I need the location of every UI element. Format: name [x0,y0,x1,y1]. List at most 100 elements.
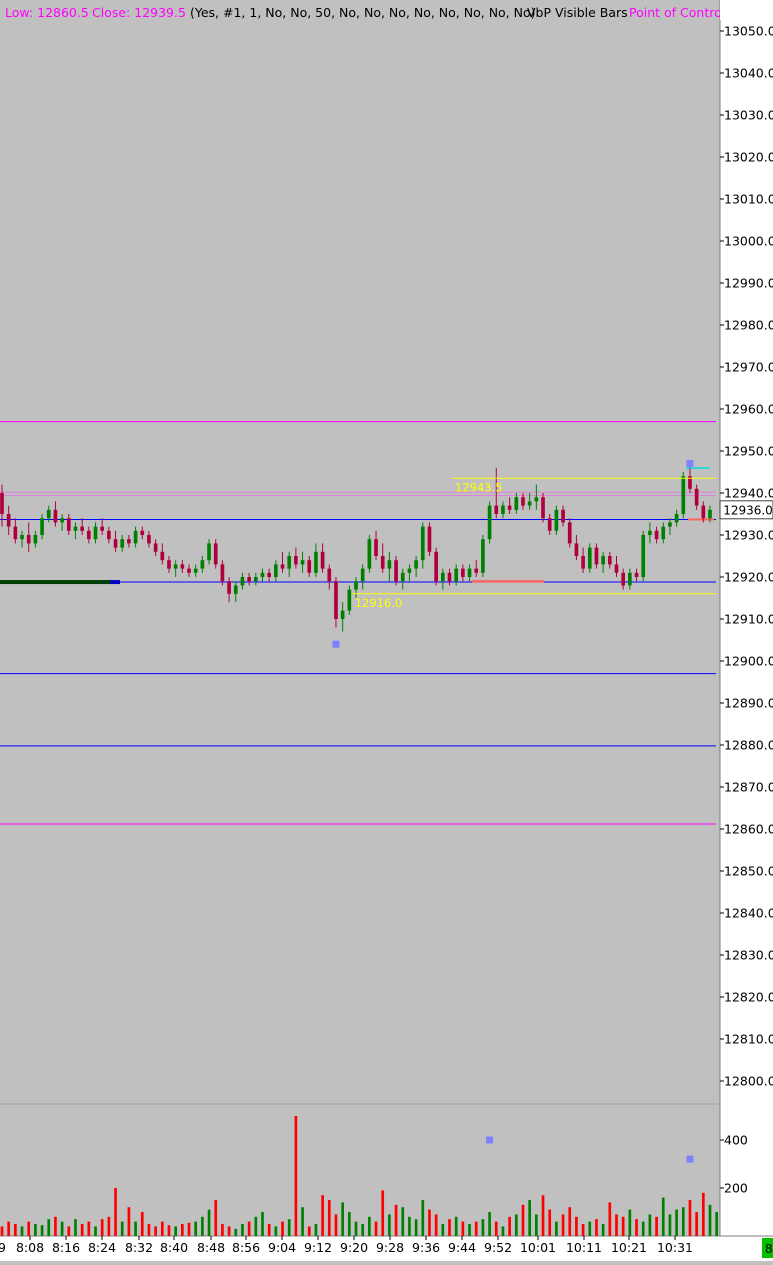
price-tick-label: 12910.0 [724,612,773,627]
volume-bar [354,1221,358,1236]
plot-background [0,0,773,1261]
candle-body [527,501,532,506]
candle-body [367,539,372,569]
volume-bar [655,1216,658,1236]
candle-body [133,530,138,544]
volume-bar [514,1214,518,1236]
candle-body [427,526,432,552]
chart[interactable]: 12943.5 12916.0 13050.0 13040.0 13030.0 1302… [0,0,773,1261]
candle-body [440,572,445,582]
candle-body [307,560,312,573]
volume-bar [74,1219,77,1236]
candle-body [260,572,265,577]
candle-body [547,518,552,531]
volume-bar [434,1214,438,1236]
volume-bar [147,1224,151,1236]
price-tick-label: 12820.0 [724,990,773,1005]
candle-body [320,551,325,569]
time-tick-label: 10:31 [657,1240,693,1255]
candle-body [634,572,639,577]
candle-body [454,568,459,582]
price-tick-label: 12920.0 [724,570,773,585]
candle-body [287,556,292,569]
candle-body [574,543,579,556]
candle-body [360,568,365,582]
volume-bar [134,1221,137,1236]
candle-body [107,530,111,540]
candle-body [628,572,632,586]
candle-body [668,522,672,527]
chart-canvas[interactable]: 12943.5 12916.0 13050.0 13040.0 13030.0 1302… [0,0,773,1261]
candle-body [434,551,438,582]
price-tick-label: 13000.0 [724,234,773,249]
candle-body [6,514,11,527]
time-tick-label: 8:48 [197,1240,225,1255]
time-tick-label: 8:56 [232,1240,260,1255]
volume-bar [548,1209,552,1236]
signal-marker [332,640,340,648]
volume-bar [227,1226,231,1236]
volume-bar [140,1212,144,1236]
price-tick-label: 12990.0 [724,276,773,291]
time-tick-label: 10:01 [520,1240,556,1255]
volume-bar [675,1209,678,1236]
candle-body [607,556,612,565]
candle-body [140,530,145,535]
study-name: VbP Visible Bars [527,5,628,20]
volume-bar [67,1226,71,1236]
time-tick-label: 9:28 [376,1240,404,1255]
price-axis-panel[interactable] [720,0,773,1261]
candle-body [708,509,712,519]
volume-bar [441,1224,445,1236]
volume-bar [575,1216,578,1236]
candle-body [20,535,24,540]
vbp-poc-band-end [110,580,120,585]
volume-bar [681,1207,685,1236]
price-tick-label: 12930.0 [724,528,773,543]
right-badge-label: 8 [765,1242,773,1256]
candle-body [294,556,298,565]
candle-body [220,564,225,582]
signal-marker [686,460,694,468]
candle-body [681,476,686,514]
price-tick-label: 13050.0 [724,24,773,39]
candle-body [120,539,125,548]
volume-bar [481,1219,485,1236]
candle-body [0,493,4,514]
volume-bar [541,1195,545,1236]
price-tick-label: 12880.0 [724,738,773,753]
volume-bar [174,1226,177,1236]
candle-body [694,488,699,506]
time-tick-label: 8:08 [16,1240,44,1255]
signal-marker [486,1136,494,1144]
candle-body [314,551,318,573]
volume-bar [701,1192,705,1236]
candle-body [561,509,565,523]
candle-body [621,572,626,586]
volume-bar [428,1209,431,1236]
candle-body [127,539,131,544]
vbp-poc-band [0,580,112,585]
volume-bar [394,1204,398,1236]
candle-body [93,526,98,540]
time-tick-label: 10:11 [566,1240,602,1255]
volume-bar [54,1216,57,1236]
candle-body [400,572,405,582]
candle-body [80,526,84,531]
volume-bar [60,1221,64,1236]
volume-bar [261,1212,264,1236]
volume-bar [127,1207,131,1236]
signal-marker [686,1155,694,1163]
time-tick-label: 8:16 [52,1240,80,1255]
volume-bar [194,1221,198,1236]
candle-body [280,564,285,569]
volume-bar [321,1195,324,1236]
volume-bar [388,1214,391,1236]
candle-body [567,522,572,544]
candle-body [40,518,44,535]
volume-bar [401,1207,405,1236]
volume-bar [334,1214,338,1236]
volume-bar [688,1200,692,1236]
candle-body [173,564,178,569]
candle-body [300,560,305,565]
